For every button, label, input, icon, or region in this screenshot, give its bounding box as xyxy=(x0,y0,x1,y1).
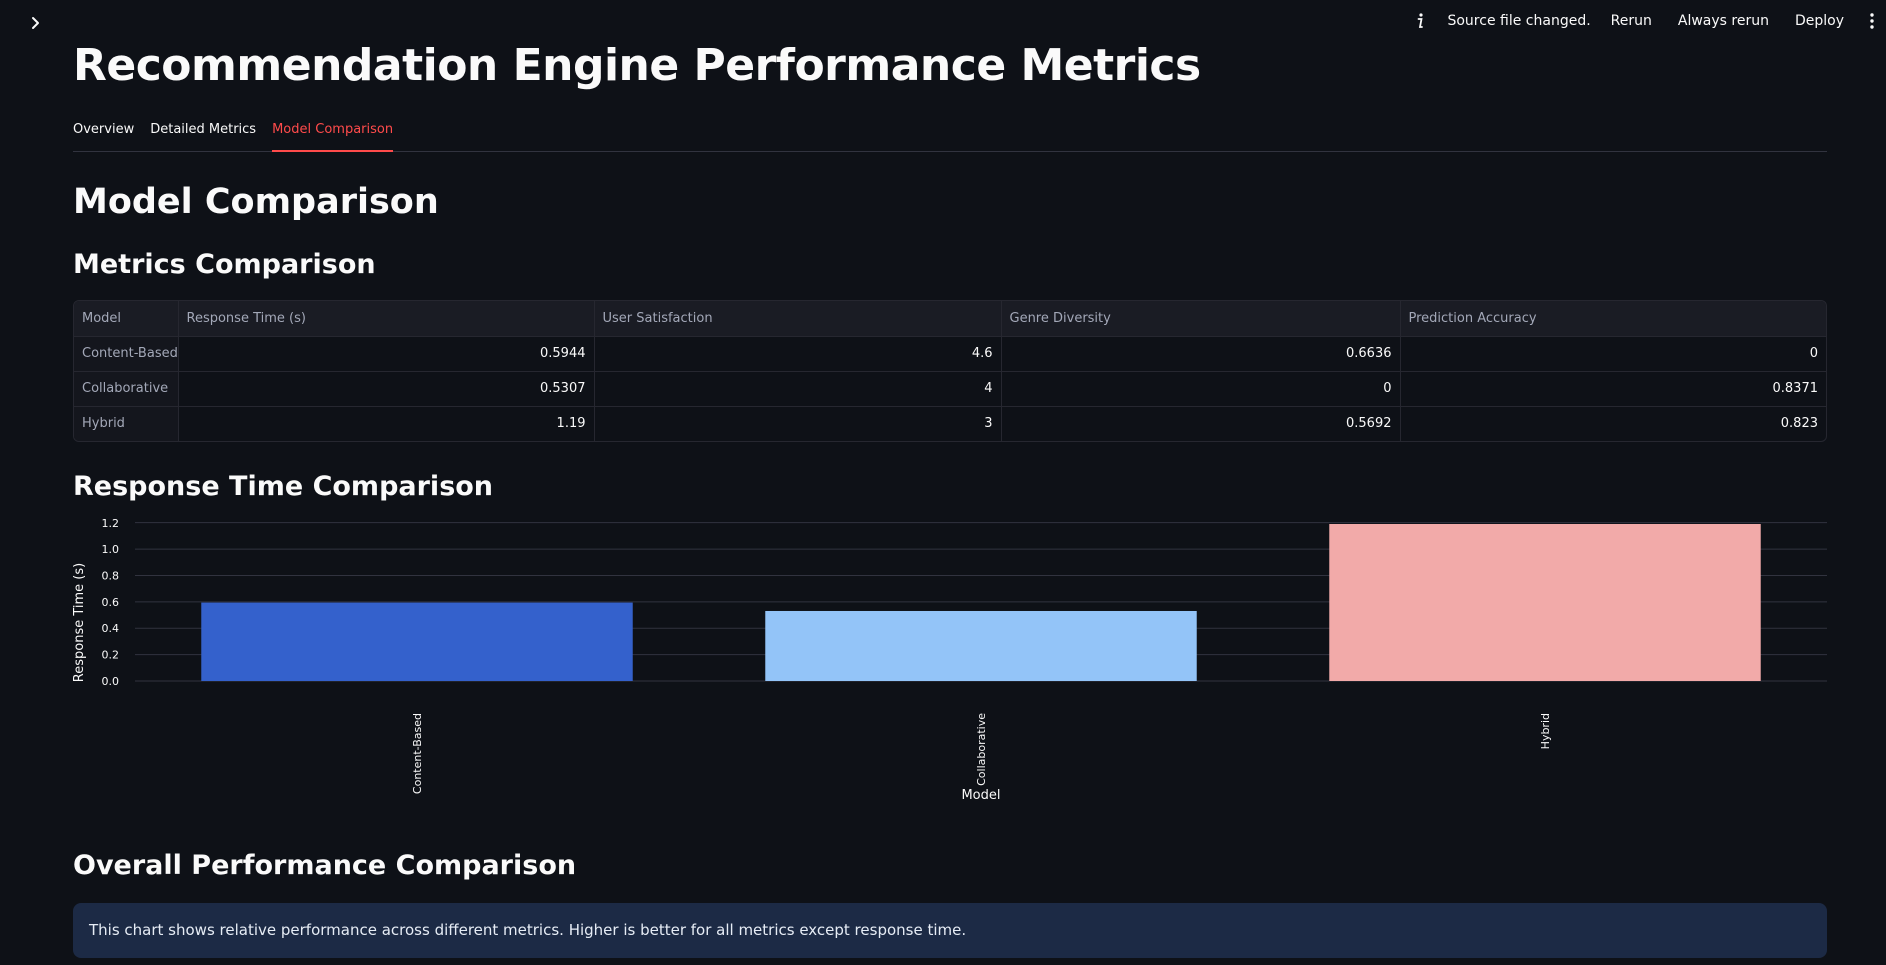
table-cell[interactable]: 0 xyxy=(1400,336,1826,372)
bar-hybrid xyxy=(1329,524,1761,681)
chevron-right-icon xyxy=(32,17,39,29)
column-header[interactable]: Model xyxy=(74,301,179,337)
table-cell[interactable]: 0.5944 xyxy=(178,336,595,372)
row-index-cell[interactable]: Content-Based xyxy=(74,336,179,372)
top-toolbar: Source file changed. Rerun Always rerun … xyxy=(0,0,1886,42)
x-tick-label: Content-Based xyxy=(411,713,424,794)
column-header[interactable]: User Satisfaction xyxy=(594,301,1002,337)
column-header[interactable]: Genre Diversity xyxy=(1001,301,1401,337)
y-tick-label: 0.2 xyxy=(102,649,120,662)
table-row: Hybrid 1.19 3 0.5692 0.823 xyxy=(74,406,1826,441)
overall-performance-title: Overall Performance Comparison xyxy=(73,850,577,881)
info-alert-text: This chart shows relative performance ac… xyxy=(89,921,967,939)
response-time-chart[interactable]: 0.0 0.2 0.4 0.6 0.8 1.0 1.2 Content-Based Collab… xyxy=(73,515,1827,815)
deploy-button[interactable]: Deploy xyxy=(1795,13,1844,29)
x-axis-label: Model xyxy=(961,788,1000,803)
metrics-comparison-title: Metrics Comparison xyxy=(73,249,376,280)
table-cell[interactable]: 0.8371 xyxy=(1400,371,1826,407)
y-tick-label: 0.8 xyxy=(102,569,120,582)
y-axis-label: Response Time (s) xyxy=(73,563,87,682)
tab-model-comparison[interactable]: Model Comparison xyxy=(272,114,394,152)
table-row: Content-Based 0.5944 4.6 0.6636 0 xyxy=(74,336,1826,372)
tab-bar: Overview Detailed Metrics Model Comparis… xyxy=(73,114,1827,152)
table-cell[interactable]: 0 xyxy=(1001,371,1401,407)
table-cell[interactable]: 3 xyxy=(594,406,1002,441)
y-tick-label: 0.0 xyxy=(102,675,120,688)
status-widget: Source file changed. Rerun Always rerun … xyxy=(1411,8,1886,34)
kebab-menu-icon[interactable] xyxy=(1862,13,1882,29)
table-cell[interactable]: 4.6 xyxy=(594,336,1002,372)
response-time-chart-title: Response Time Comparison xyxy=(73,471,494,502)
column-header[interactable]: Response Time (s) xyxy=(178,301,595,337)
tab-detailed-metrics[interactable]: Detailed Metrics xyxy=(150,114,256,152)
y-tick-label: 1.0 xyxy=(102,543,120,556)
x-tick-label: Hybrid xyxy=(1539,713,1552,749)
row-index-cell[interactable]: Hybrid xyxy=(74,406,179,441)
table-cell[interactable]: 0.6636 xyxy=(1001,336,1401,372)
section-title: Model Comparison xyxy=(73,182,439,222)
row-index-cell[interactable]: Collaborative xyxy=(74,371,179,407)
y-tick-label: 0.4 xyxy=(102,622,120,635)
metrics-table[interactable]: Model Response Time (s) User Satisfactio… xyxy=(73,300,1827,442)
always-rerun-button[interactable]: Always rerun xyxy=(1678,13,1769,29)
table-cell[interactable]: 0.5692 xyxy=(1001,406,1401,441)
bar-collaborative xyxy=(765,610,1197,681)
bar-content-based xyxy=(201,602,633,681)
table-cell[interactable]: 1.19 xyxy=(178,406,595,441)
info-alert: This chart shows relative performance ac… xyxy=(73,903,1827,958)
page-title: Recommendation Engine Performance Metric… xyxy=(73,40,1201,91)
rerun-button[interactable]: Rerun xyxy=(1611,13,1652,29)
y-tick-label: 1.2 xyxy=(102,517,120,530)
column-header[interactable]: Prediction Accuracy xyxy=(1400,301,1826,337)
table-cell[interactable]: 0.823 xyxy=(1400,406,1826,441)
x-tick-label: Collaborative xyxy=(975,713,988,786)
tab-overview[interactable]: Overview xyxy=(73,114,134,152)
table-cell[interactable]: 0.5307 xyxy=(178,371,595,407)
expand-sidebar-button[interactable] xyxy=(24,12,46,34)
table-header-row: Model Response Time (s) User Satisfactio… xyxy=(74,301,1826,337)
bar-chart-svg: 0.0 0.2 0.4 0.6 0.8 1.0 1.2 Content-Based Collab… xyxy=(73,517,1827,803)
source-changed-status: Source file changed. xyxy=(1447,13,1591,29)
table-row: Collaborative 0.5307 4 0 0.8371 xyxy=(74,371,1826,407)
table-cell[interactable]: 4 xyxy=(594,371,1002,407)
info-icon[interactable] xyxy=(1411,11,1429,31)
y-tick-label: 0.6 xyxy=(102,596,120,609)
